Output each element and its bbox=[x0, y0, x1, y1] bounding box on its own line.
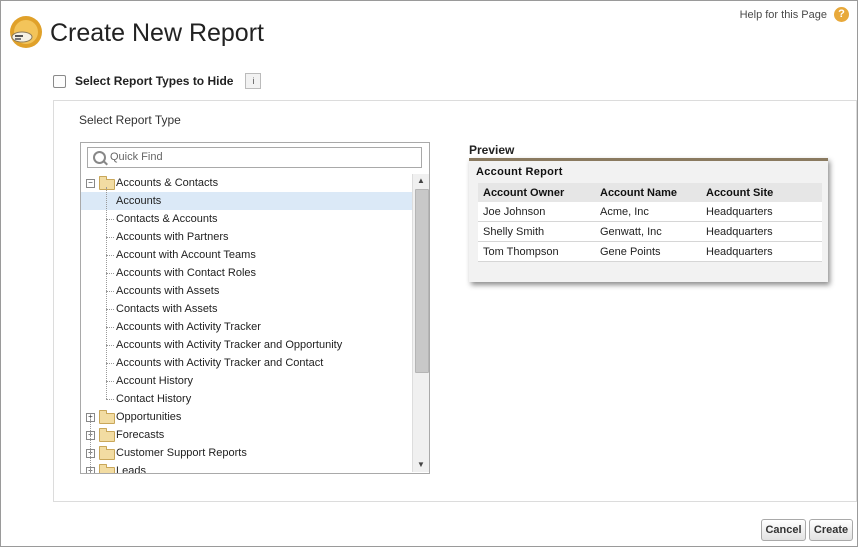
tree-connector bbox=[106, 255, 114, 256]
hide-types-label: Select Report Types to Hide bbox=[75, 74, 234, 88]
folder-icon bbox=[99, 464, 115, 473]
tree-connector bbox=[106, 273, 114, 274]
report-wizard-window: Create New Report Help for this Page ? S… bbox=[0, 0, 858, 547]
tree-item[interactable]: Accounts with Assets bbox=[116, 282, 219, 300]
tree-connector bbox=[106, 237, 114, 238]
column-header: Account Name bbox=[595, 183, 701, 202]
tree-item[interactable]: Account with Account Teams bbox=[116, 246, 256, 264]
report-type-panel: Select Report Type −Accounts & ContactsA… bbox=[53, 100, 857, 502]
tree-connector bbox=[106, 291, 114, 292]
tree-folder[interactable]: Leads bbox=[116, 462, 146, 473]
tree-connector bbox=[106, 381, 114, 382]
table-cell: Gene Points bbox=[595, 241, 701, 262]
hide-types-checkbox[interactable] bbox=[53, 74, 66, 88]
preview-card: Account Report Account Owner Account Nam… bbox=[469, 158, 828, 282]
tree-item[interactable]: Accounts with Activity Tracker and Conta… bbox=[116, 354, 323, 372]
table-row: Shelly Smith Genwatt, Inc Headquarters bbox=[478, 221, 822, 242]
report-type-tree-box: − Accounts & ContactsAccountsContacts & A… bbox=[80, 142, 430, 474]
tree-connector bbox=[106, 399, 114, 400]
table-cell: Headquarters bbox=[701, 221, 822, 242]
create-button[interactable]: Create bbox=[809, 519, 853, 541]
scroll-up-icon[interactable]: ▲ bbox=[413, 174, 429, 188]
report-type-tree: − Accounts & Contacts Accounts Contacts & A… bbox=[81, 174, 412, 473]
tree-connector bbox=[106, 309, 114, 310]
preview-table: Account Owner Account Name Account Site … bbox=[478, 183, 822, 262]
preview-report-title: Account Report bbox=[476, 166, 563, 178]
hide-report-types-row: Select Report Types to Hide i bbox=[53, 72, 262, 90]
tree-item[interactable]: Account History bbox=[116, 372, 193, 390]
table-row: Joe Johnson Acme, Inc Headquarters bbox=[478, 202, 822, 222]
help-link[interactable]: Help for this Page bbox=[740, 9, 827, 21]
app-logo-icon bbox=[10, 16, 42, 48]
table-cell: Genwatt, Inc bbox=[595, 221, 701, 242]
quick-find-input[interactable] bbox=[110, 149, 410, 165]
tree-folder[interactable]: Customer Support Reports bbox=[116, 444, 247, 462]
column-header: Account Owner bbox=[478, 183, 595, 202]
table-cell: Shelly Smith bbox=[478, 221, 595, 242]
page-title: Create New Report bbox=[50, 19, 264, 47]
tree-folder[interactable]: Forecasts bbox=[116, 426, 164, 444]
tree-item[interactable]: Accounts with Partners bbox=[116, 228, 229, 246]
table-cell: Headquarters bbox=[701, 202, 822, 222]
tree-item[interactable]: Contacts & Accounts bbox=[116, 210, 218, 228]
folder-icon bbox=[99, 446, 115, 460]
tree-connector bbox=[106, 327, 114, 328]
tree-connector bbox=[106, 219, 114, 220]
tree-connector bbox=[106, 363, 114, 364]
tree-root-line bbox=[90, 419, 91, 473]
tree-folder[interactable]: Opportunities bbox=[116, 408, 181, 426]
select-report-type-label: Select Report Type bbox=[79, 113, 181, 127]
table-row: Tom Thompson Gene Points Headquarters bbox=[478, 241, 822, 262]
scroll-thumb[interactable] bbox=[415, 189, 429, 373]
folder-icon bbox=[99, 176, 115, 190]
preview-header-row: Account Owner Account Name Account Site bbox=[478, 183, 822, 202]
help-icon[interactable]: ? bbox=[834, 7, 849, 22]
cancel-button[interactable]: Cancel bbox=[761, 519, 806, 541]
tree-guide-line bbox=[106, 187, 107, 399]
collapse-icon[interactable]: − bbox=[86, 179, 95, 188]
table-cell: Joe Johnson bbox=[478, 202, 595, 222]
tree-item[interactable]: Accounts with Contact Roles bbox=[116, 264, 256, 282]
tree-item[interactable]: Contact History bbox=[116, 390, 191, 408]
column-header: Account Site bbox=[701, 183, 822, 202]
tree-item[interactable]: Accounts with Activity Tracker bbox=[116, 318, 261, 336]
search-icon bbox=[93, 151, 106, 164]
table-cell: Acme, Inc bbox=[595, 202, 701, 222]
info-icon[interactable]: i bbox=[245, 73, 262, 89]
tree-folder[interactable]: Accounts & Contacts bbox=[116, 174, 218, 192]
scroll-down-icon[interactable]: ▼ bbox=[413, 458, 429, 472]
tree-item[interactable]: Contacts with Assets bbox=[116, 300, 218, 318]
table-cell: Headquarters bbox=[701, 241, 822, 262]
tree-connector bbox=[106, 345, 114, 346]
folder-icon bbox=[99, 410, 115, 424]
tree-item[interactable]: Accounts bbox=[81, 192, 412, 210]
folder-icon bbox=[99, 428, 115, 442]
tree-item[interactable]: Accounts with Activity Tracker and Oppor… bbox=[116, 336, 342, 354]
table-cell: Tom Thompson bbox=[478, 241, 595, 262]
preview-label: Preview bbox=[469, 143, 515, 157]
quick-find-box bbox=[87, 147, 422, 168]
tree-scrollbar[interactable]: ▲ ▼ bbox=[412, 174, 429, 472]
